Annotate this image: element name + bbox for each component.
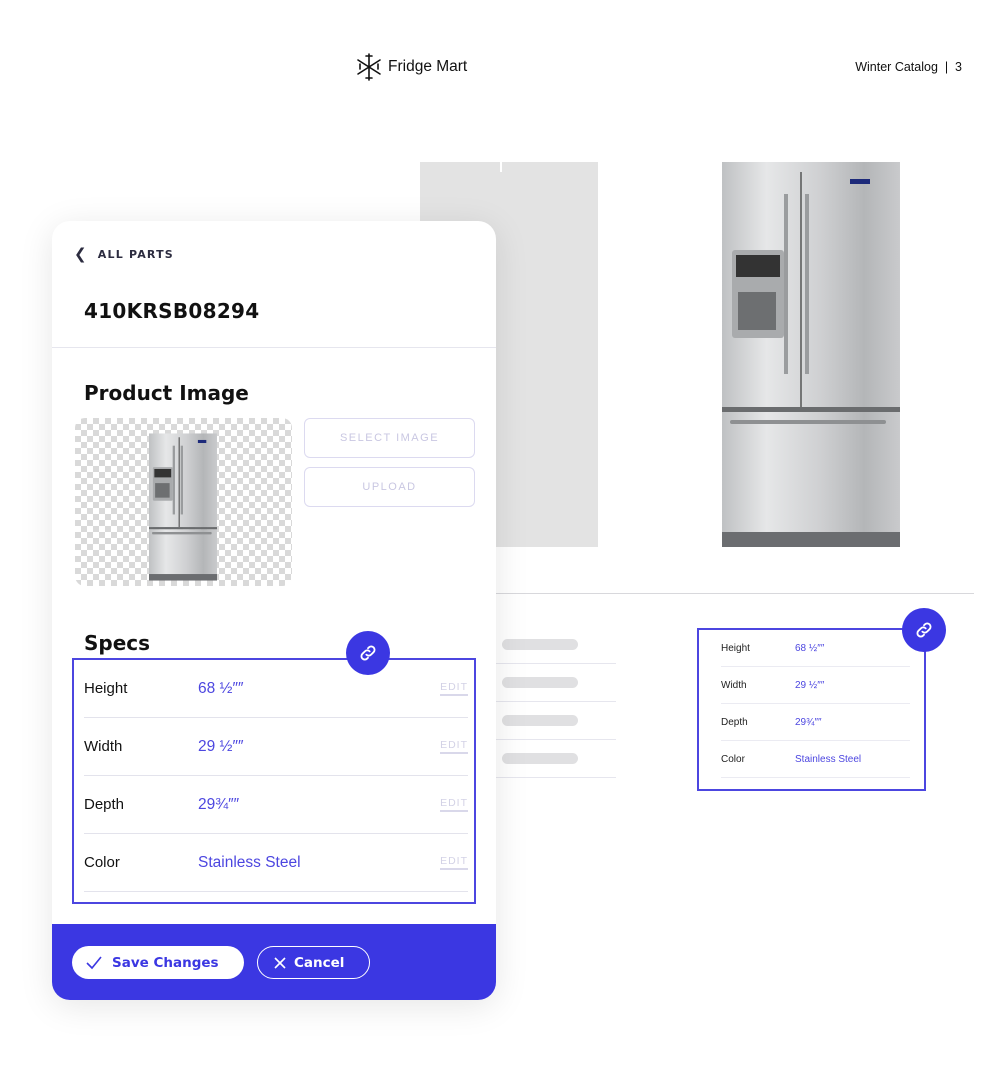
- spec-value: 68 ½″″: [198, 679, 244, 697]
- spec-row-depth: Depth 29¾″″ EDIT: [84, 776, 468, 834]
- specs-heading: Specs: [84, 631, 151, 655]
- spec-label: Color: [84, 854, 120, 871]
- fridge-thumbnail: [149, 433, 217, 581]
- brand-logo: Fridge Mart: [356, 52, 467, 82]
- spec-value: Stainless Steel: [795, 753, 862, 765]
- spec-preview-row: Height 68 ½″″: [721, 630, 910, 667]
- spec-value: Stainless Steel: [198, 853, 301, 871]
- card-footer: Save Changes Cancel: [52, 924, 496, 1000]
- product-image-large: [722, 162, 900, 547]
- section-divider: [490, 593, 974, 594]
- spec-row-color: Color Stainless Steel EDIT: [84, 834, 468, 892]
- save-label: Save Changes: [112, 954, 219, 971]
- part-number-title: 410KRSB08294: [84, 299, 260, 323]
- spec-value: 29¾″″: [198, 795, 240, 813]
- back-to-all-parts-link[interactable]: ❮ ALL PARTS: [74, 245, 174, 263]
- link-badge-preview[interactable]: [902, 608, 946, 652]
- product-image-heading: Product Image: [84, 381, 249, 405]
- edit-part-card: ❮ ALL PARTS 410KRSB08294 Product Image S…: [52, 221, 496, 1000]
- spec-preview-row: Depth 29¾″″: [721, 704, 910, 741]
- spec-label: Width: [84, 738, 123, 755]
- spec-label: Color: [721, 753, 745, 765]
- snowflake-icon: [357, 53, 381, 81]
- skeleton-list: [496, 626, 616, 778]
- edit-width-button[interactable]: EDIT: [440, 739, 468, 754]
- upload-button[interactable]: UPLOAD: [304, 467, 475, 507]
- cancel-button[interactable]: Cancel: [257, 946, 370, 979]
- skeleton-row: [496, 740, 616, 778]
- specs-table: Height 68 ½″″ EDIT Width 29 ½″″ EDIT Dep…: [72, 658, 476, 904]
- spec-row-width: Width 29 ½″″ EDIT: [84, 718, 468, 776]
- header-divider: [52, 347, 496, 348]
- check-icon: [86, 955, 102, 970]
- link-icon: [916, 622, 932, 638]
- brand-name: Fridge Mart: [388, 58, 468, 75]
- edit-color-button[interactable]: EDIT: [440, 855, 468, 870]
- catalog-page-label: Winter Catalog | 3: [855, 60, 962, 74]
- spec-value: 29 ½″″: [198, 737, 244, 755]
- specs-preview-box: Height 68 ½″″ Width 29 ½″″ Depth 29¾″″ C…: [697, 628, 926, 791]
- spec-label: Height: [721, 642, 750, 654]
- spec-value: 68 ½″″: [795, 642, 825, 654]
- edit-height-button[interactable]: EDIT: [440, 681, 468, 696]
- spec-row-height: Height 68 ½″″ EDIT: [84, 660, 468, 718]
- skeleton-row: [496, 702, 616, 740]
- spec-label: Width: [721, 679, 747, 691]
- back-label: ALL PARTS: [97, 247, 174, 261]
- select-image-button[interactable]: SELECT IMAGE: [304, 418, 475, 458]
- link-icon: [360, 645, 376, 661]
- spec-value: 29 ½″″: [795, 679, 825, 691]
- spec-value: 29¾″″: [795, 716, 822, 728]
- product-image-preview[interactable]: [75, 418, 292, 586]
- spec-preview-row: Width 29 ½″″: [721, 667, 910, 704]
- edit-depth-button[interactable]: EDIT: [440, 797, 468, 812]
- link-specs-button[interactable]: [346, 631, 390, 675]
- save-changes-button[interactable]: Save Changes: [72, 946, 244, 979]
- skeleton-row: [496, 664, 616, 702]
- skeleton-row: [496, 626, 616, 664]
- spec-preview-row: Color Stainless Steel: [721, 741, 910, 778]
- cancel-label: Cancel: [294, 954, 345, 971]
- spec-label: Height: [84, 680, 128, 697]
- spec-label: Depth: [721, 716, 748, 728]
- close-icon: [274, 956, 286, 969]
- chevron-left-icon: ❮: [74, 245, 88, 263]
- spec-label: Depth: [84, 796, 125, 813]
